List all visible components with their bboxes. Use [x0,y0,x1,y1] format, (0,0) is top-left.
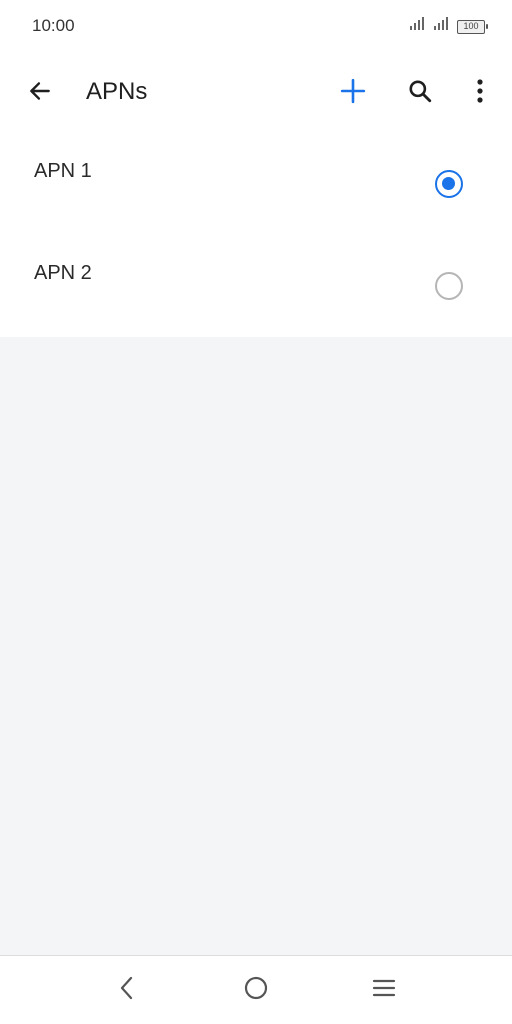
apn-item[interactable]: APN 2 [0,234,512,336]
signal-icon [409,17,427,36]
nav-home-button[interactable] [234,968,278,1012]
home-nav-icon [243,975,269,1006]
apn-list: APN 1 APN 2 [0,132,512,337]
apn-radio-selected[interactable] [435,170,463,198]
more-options-button[interactable] [458,71,502,115]
status-time: 10:00 [32,16,75,35]
search-icon [407,78,433,109]
page-title: APNs [86,78,148,105]
back-nav-icon [116,975,138,1006]
app-bar: APNs [0,54,512,132]
apn-item[interactable]: APN 1 [0,132,512,234]
battery-icon: 100 [457,19,488,34]
apn-radio-unselected[interactable] [435,272,463,300]
nav-back-button[interactable] [105,968,149,1012]
apn-label: APN 2 [34,262,92,284]
plus-icon [340,78,366,109]
apn-label: APN 1 [34,160,92,182]
signal-icon [433,17,451,36]
nav-recents-button[interactable] [362,968,406,1012]
recents-nav-icon [372,978,396,1003]
add-apn-button[interactable] [331,71,375,115]
more-vertical-icon [476,78,484,109]
status-icons: 100 [409,17,488,36]
navigation-bar [0,955,512,1024]
status-bar: 10:00 100 [0,0,512,54]
back-button[interactable] [18,71,62,115]
apns-screen: 10:00 100 APNs APN 1 APN 2 [0,0,512,1024]
search-button[interactable] [398,71,442,115]
arrow-left-icon [27,78,53,109]
